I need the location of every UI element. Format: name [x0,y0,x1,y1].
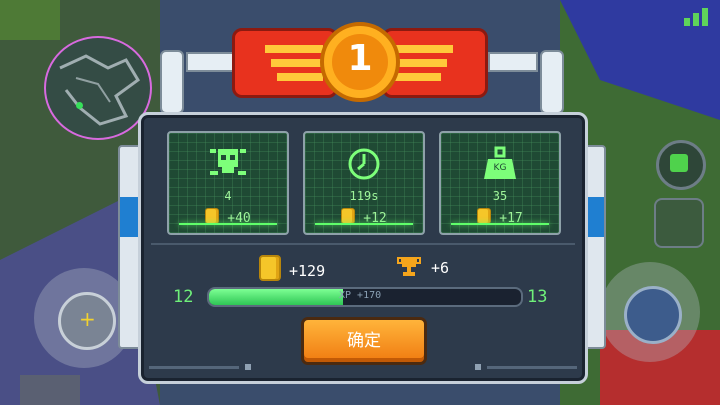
time-value: 119s [349,189,379,203]
coin-icon [341,208,356,224]
xp-progress-bar: XP +170 [207,287,523,307]
signal-strength-icon [684,8,710,26]
next-level: 13 [527,287,548,307]
coin-icon [477,208,492,224]
minimap-paths [59,54,140,126]
rank-banner: 1 [232,22,488,104]
coin-reward-icon [259,255,281,281]
weapon-icon [624,286,682,344]
rank-medal: 1 [320,22,400,102]
coin-reward: +129 [259,255,325,281]
weight-value: 35 [492,189,508,203]
frame-pipe-top-right [488,52,538,72]
joystick-knob[interactable]: + [58,292,116,350]
team-button[interactable] [656,140,706,190]
card-glow-line [315,223,413,225]
trophy-reward: +6 [397,255,449,279]
trophy-reward-value: +6 [431,259,450,277]
stat-card-time: 119s +12 [303,131,425,235]
empty-action-slot[interactable] [654,198,704,248]
team-icon [670,154,688,172]
clock-icon [348,148,380,180]
minimap[interactable] [44,36,152,140]
confirm-button[interactable]: 确定 [301,317,427,365]
frame-pipe-top-left [186,52,236,72]
match-results-panel: 4 +40 119s +12 KG 35 +17 +129 +6 12 XP +… [138,112,588,384]
xp-progress-fill [209,289,344,305]
frame-pipe-right [540,50,564,114]
coin-icon [205,208,220,224]
panel-divider [151,243,575,245]
weight-icon-label: KG [493,163,507,173]
card-glow-line [451,223,549,225]
card-glow-line [179,223,277,225]
panel-footer-decoration [149,363,577,371]
plus-icon: + [79,307,96,331]
trophy-icon [397,257,421,276]
player-location-marker [76,102,83,109]
xp-gain-label: XP +170 [339,290,382,301]
rank-number: 1 [347,38,373,79]
current-level: 12 [173,287,194,307]
frame-pipe-left [160,50,184,114]
stat-card-kills: 4 +40 [167,131,289,235]
coin-reward-value: +129 [289,262,326,280]
kills-value: 4 [224,189,232,203]
action-joystick[interactable] [600,262,700,362]
skull-icon [210,149,246,175]
stat-card-weight: KG 35 +17 [439,131,561,235]
